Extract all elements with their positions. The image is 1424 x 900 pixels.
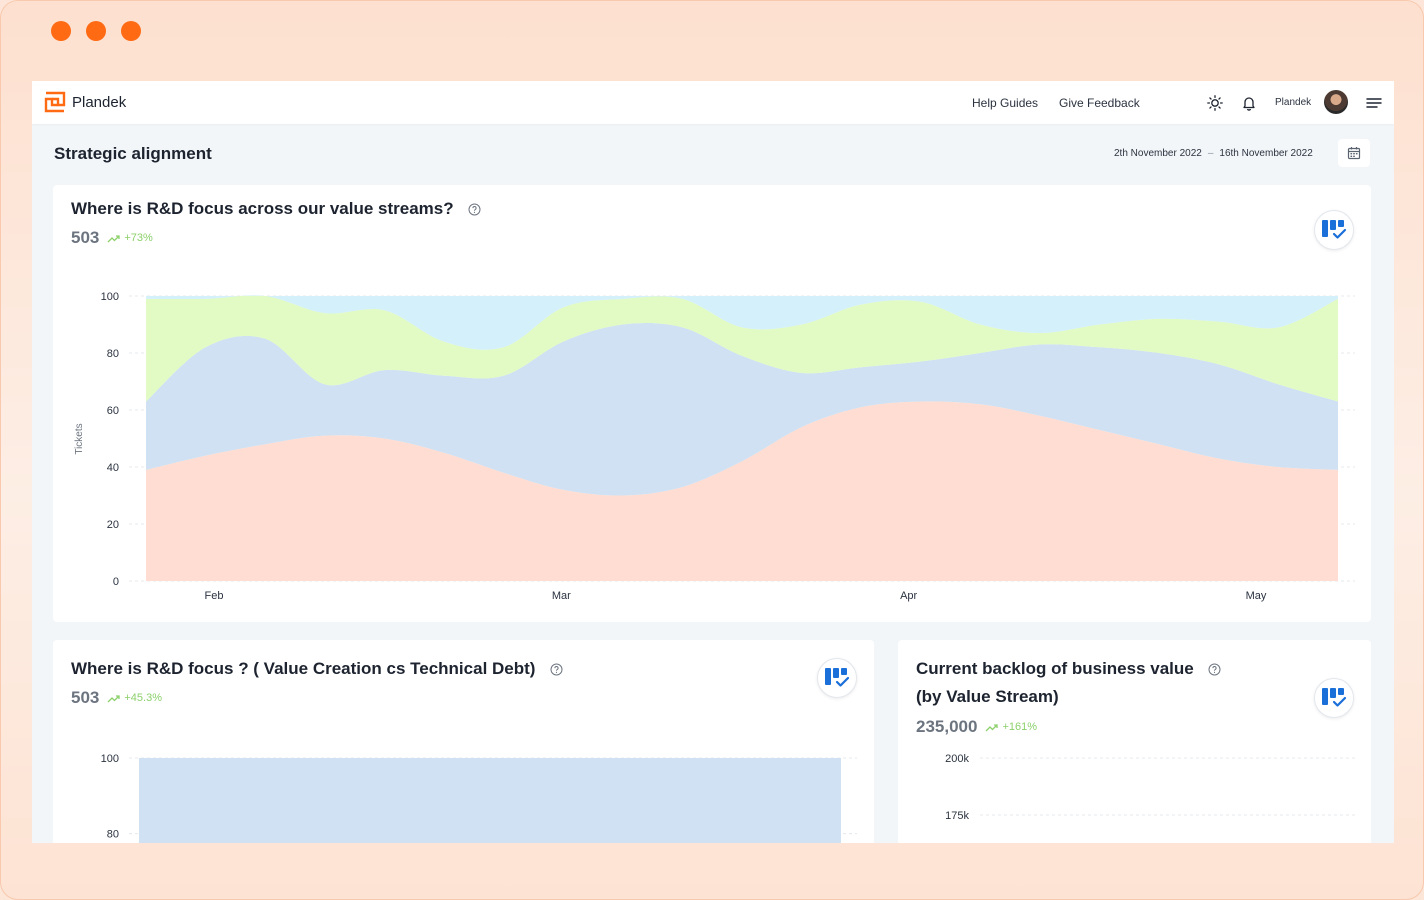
calendar-picker-button[interactable]	[1338, 139, 1370, 167]
page-title: Strategic alignment	[54, 144, 212, 163]
business-value-line-chart: 200k 175k	[945, 753, 1358, 822]
calendar-icon	[1347, 147, 1361, 160]
browser-frame: Plandek Help Guides Give Feedback Plande…	[0, 0, 1424, 900]
x-tick-label: May	[1246, 590, 1267, 602]
value-streams-focus-card: Where is R&D focus across our value stre…	[53, 185, 1371, 622]
brand-logo[interactable]: Plandek	[44, 91, 126, 113]
area-series-1	[139, 758, 841, 843]
business-value-backlog-card: Current backlog of business value (by Va…	[898, 640, 1371, 843]
date-range-start: 2th November 2022	[1114, 148, 1202, 159]
date-range-end: 16th November 2022	[1219, 148, 1313, 159]
give-feedback-link[interactable]: Give Feedback	[1059, 96, 1140, 110]
y-tick-label: 200k	[945, 753, 969, 765]
theme-toggle-sun-icon[interactable]	[1205, 93, 1225, 113]
y-tick-label: 100	[101, 753, 119, 765]
top-navigation-bar: Plandek Help Guides Give Feedback Plande…	[32, 81, 1394, 124]
y-axis-label: Tickets	[74, 423, 85, 454]
date-range-separator: –	[1207, 148, 1214, 159]
plandek-logo-icon	[44, 91, 66, 113]
y-tick-label: 80	[107, 829, 119, 841]
menu-hamburger-icon[interactable]	[1364, 93, 1384, 113]
x-tick-label: Feb	[205, 590, 224, 602]
user-avatar[interactable]	[1324, 90, 1348, 114]
close-window-dot[interactable]	[51, 21, 71, 41]
y-tick-label: 100	[101, 291, 119, 303]
y-tick-label: 60	[107, 405, 119, 417]
help-guides-link[interactable]: Help Guides	[972, 96, 1038, 110]
date-range[interactable]: 2th November 2022 – 16th November 2022	[1114, 148, 1313, 159]
y-tick-label: 175k	[945, 810, 969, 822]
window-controls	[51, 21, 141, 41]
minimize-window-dot[interactable]	[86, 21, 106, 41]
y-tick-label: 80	[107, 348, 119, 360]
app-window: Plandek Help Guides Give Feedback Plande…	[32, 81, 1394, 843]
x-tick-label: Mar	[552, 590, 571, 602]
y-tick-label: 0	[113, 576, 119, 588]
y-tick-label: 40	[107, 462, 119, 474]
user-name[interactable]: Plandek	[1275, 97, 1311, 108]
x-tick-label: Apr	[900, 590, 917, 602]
brand-name: Plandek	[72, 93, 127, 111]
y-tick-label: 20	[107, 519, 119, 531]
value-creation-vs-tech-debt-card: Where is R&D focus ? ( Value Creation cs…	[53, 640, 874, 843]
notifications-bell-icon[interactable]	[1239, 93, 1259, 113]
value-streams-area-chart: 0 20 40 60 80 100 Feb Mar Apr May Tickets	[74, 291, 1355, 602]
maximize-window-dot[interactable]	[121, 21, 141, 41]
value-creation-area-chart: 80 100	[101, 753, 857, 843]
